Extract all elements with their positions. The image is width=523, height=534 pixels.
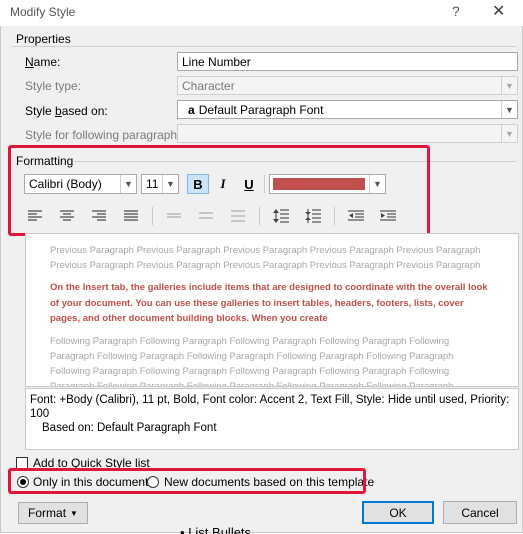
chevron-down-icon: ▼ xyxy=(501,125,517,142)
format-menu-button[interactable]: Format ▼ xyxy=(18,502,88,524)
description-line-2: Based on: Default Paragraph Font xyxy=(42,422,217,434)
style-type-value: Character xyxy=(182,79,235,93)
cancel-button[interactable]: Cancel xyxy=(443,501,517,524)
name-field[interactable]: Line Number xyxy=(177,52,518,71)
bullet-icon: • xyxy=(180,525,185,534)
background-fragment-text: List Bullets xyxy=(188,525,252,534)
previous-paragraph-text: Previous Paragraph Previous Paragraph Pr… xyxy=(50,245,481,271)
character-style-icon: a xyxy=(188,103,195,117)
following-paragraph-text: Following Paragraph Following Paragraph … xyxy=(50,336,454,386)
based-on-value: Default Paragraph Font xyxy=(198,103,324,117)
properties-divider xyxy=(12,46,516,47)
chevron-down-icon: ▼ xyxy=(501,77,517,94)
radio-options-highlight xyxy=(8,468,366,494)
dialog-title: Modify Style xyxy=(10,5,76,19)
close-button[interactable]: ✕ xyxy=(492,1,505,21)
background-document-text: • List Bullets xyxy=(180,524,251,534)
description-line-1: Font: +Body (Calibri), 11 pt, Bold, Font… xyxy=(30,394,510,420)
formatting-highlight xyxy=(8,145,430,236)
style-preview: Previous Paragraph Previous Paragraph Pr… xyxy=(25,233,519,387)
properties-group-label: Properties xyxy=(16,32,71,46)
chevron-down-icon: ▼ xyxy=(501,101,517,118)
based-on-label: Style based on: xyxy=(25,104,108,118)
help-button[interactable]: ? xyxy=(452,3,460,19)
following-paragraph-label: Style for following paragraph: xyxy=(25,128,181,142)
chevron-down-icon: ▼ xyxy=(70,508,78,518)
following-paragraph-dropdown[interactable]: ▼ xyxy=(177,124,518,143)
format-button-label: Format xyxy=(28,506,67,520)
style-description: Font: +Body (Calibri), 11 pt, Bold, Font… xyxy=(25,388,519,450)
preview-sample-text: On the Insert tab, the galleries include… xyxy=(50,282,488,324)
style-type-dropdown[interactable]: Character ▼ xyxy=(177,76,518,95)
title-bar xyxy=(0,0,523,26)
style-type-label: Style type: xyxy=(25,79,82,93)
based-on-dropdown[interactable]: a Default Paragraph Font ▼ xyxy=(177,100,518,119)
ok-button[interactable]: OK xyxy=(362,501,434,524)
name-label: Name: xyxy=(25,55,61,69)
